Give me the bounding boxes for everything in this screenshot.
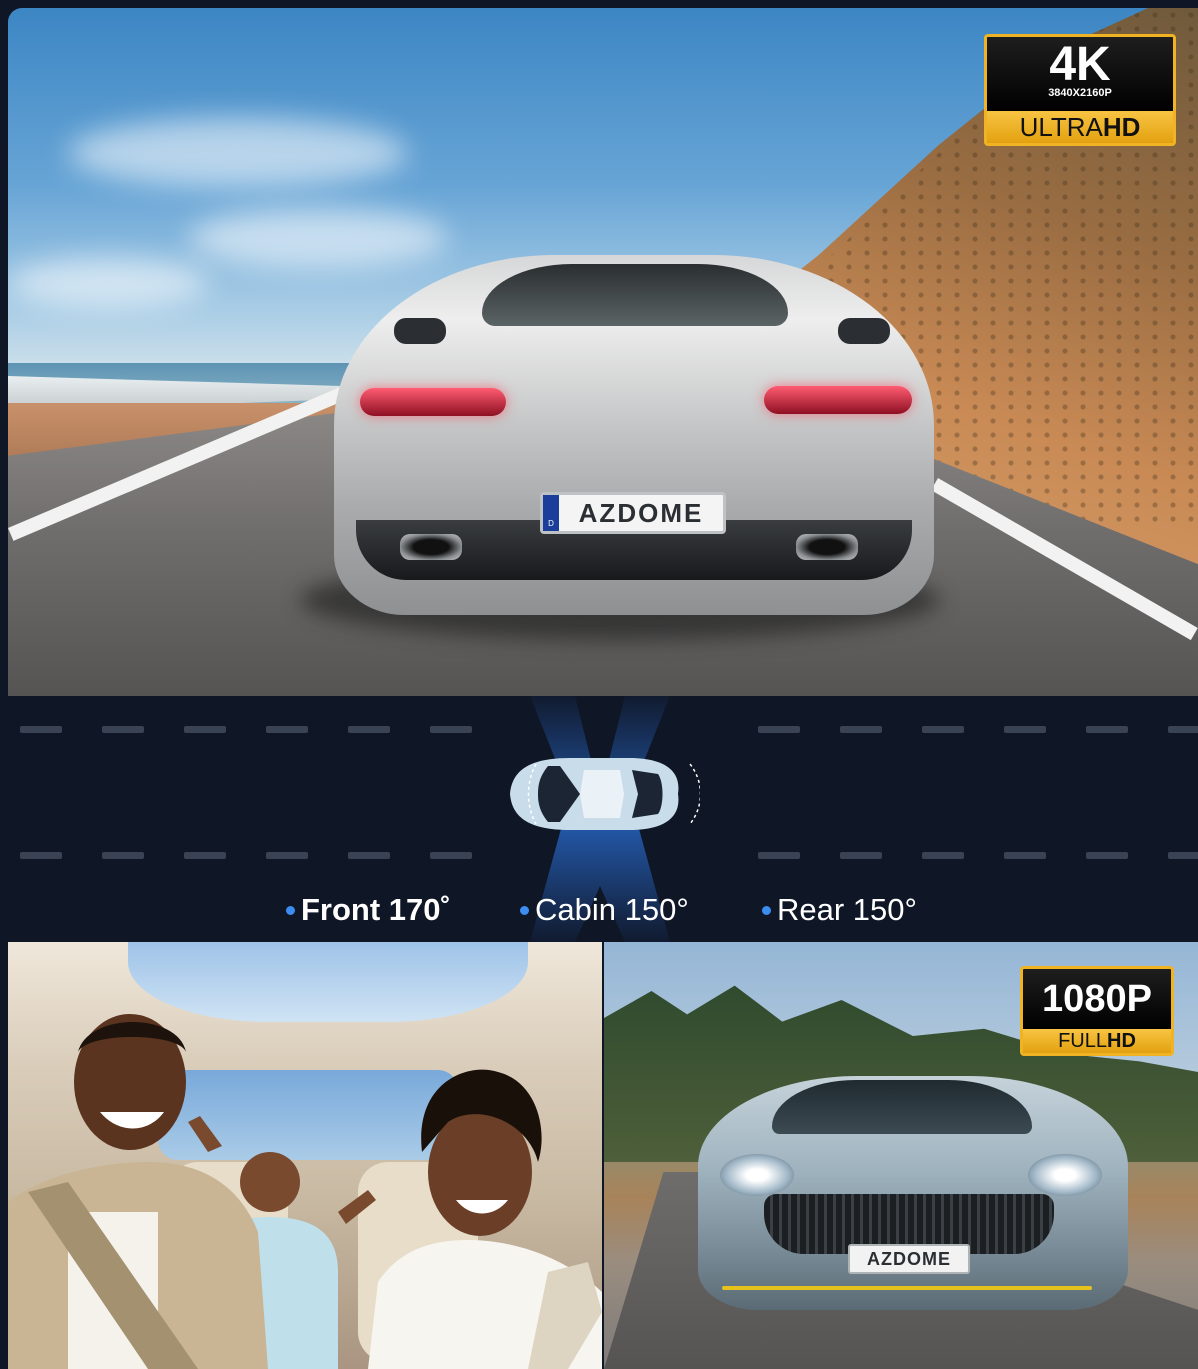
plate-text: AZDOME bbox=[578, 497, 704, 528]
cloud bbox=[68, 118, 408, 188]
lane-dash bbox=[1168, 726, 1198, 733]
lane-dash bbox=[840, 852, 882, 859]
plate-country-code: D bbox=[543, 495, 559, 531]
windshield bbox=[772, 1080, 1032, 1134]
lane-dash bbox=[20, 726, 62, 733]
exhaust-right bbox=[796, 534, 858, 560]
angle-cabin-label: Cabin 150° bbox=[535, 892, 689, 927]
headlight-right bbox=[1028, 1154, 1102, 1196]
lane-dash bbox=[1086, 726, 1128, 733]
angle-rear: Rear 150° bbox=[762, 892, 917, 928]
sunroof bbox=[128, 942, 528, 1022]
lane-dash bbox=[266, 726, 308, 733]
badge-1080p-fullhd: 1080P FULLHD bbox=[1020, 966, 1174, 1056]
rear-license-plate: D AZDOME bbox=[540, 492, 726, 534]
lane-dash bbox=[1168, 852, 1198, 859]
lane-dash bbox=[430, 852, 472, 859]
passengers-illustration bbox=[8, 1014, 602, 1369]
exhaust-left bbox=[400, 534, 462, 560]
tail-light-left bbox=[360, 388, 506, 416]
lane-dash bbox=[20, 852, 62, 859]
lane-dash bbox=[430, 726, 472, 733]
lane-dash bbox=[1086, 852, 1128, 859]
car-top-view-icon bbox=[510, 758, 700, 830]
badge-4k-ultrahd: 4K 3840X2160P ULTRAHD bbox=[984, 34, 1176, 146]
lane-dash bbox=[1004, 726, 1046, 733]
lane-dash bbox=[348, 726, 390, 733]
lane-dash bbox=[922, 726, 964, 733]
cloud bbox=[8, 258, 208, 308]
side-mirror bbox=[394, 318, 446, 344]
lane-dash bbox=[266, 852, 308, 859]
lane-dash bbox=[102, 852, 144, 859]
rear-window bbox=[482, 264, 788, 326]
angle-front-label: Front 170˚ bbox=[301, 892, 451, 927]
dot-icon bbox=[286, 905, 295, 915]
angle-cabin: Cabin 150° bbox=[520, 892, 689, 928]
badge-label-light: FULL bbox=[1058, 1030, 1107, 1052]
dot-icon bbox=[520, 905, 529, 915]
lane-dash bbox=[1004, 852, 1046, 859]
cabin-camera-image bbox=[8, 942, 602, 1369]
dot-icon bbox=[762, 905, 771, 915]
lane-dash bbox=[840, 726, 882, 733]
badge-main-text: 1080P bbox=[1023, 969, 1171, 1029]
tail-light-right bbox=[764, 386, 912, 414]
headlight-left bbox=[720, 1154, 794, 1196]
badge-resolution-text: 3840X2160P bbox=[1048, 87, 1112, 99]
angle-rear-label: Rear 150° bbox=[777, 892, 917, 927]
badge-main-text: 4K bbox=[1049, 38, 1111, 91]
badge-label-bold: HD bbox=[1102, 112, 1141, 142]
cloud bbox=[188, 208, 448, 268]
lane-dash bbox=[758, 852, 800, 859]
lane-dash bbox=[922, 852, 964, 859]
front-license-plate: AZDOME bbox=[848, 1244, 970, 1274]
lane-dash bbox=[102, 726, 144, 733]
lane-dash bbox=[758, 726, 800, 733]
lane-dash bbox=[184, 852, 226, 859]
lane-dash bbox=[348, 852, 390, 859]
badge-label-light: ULTRA bbox=[1019, 112, 1103, 142]
angle-front: Front 170˚ bbox=[286, 892, 451, 928]
badge-label-bold: HD bbox=[1107, 1030, 1136, 1052]
side-mirror bbox=[838, 318, 890, 344]
front-splitter-stripe bbox=[722, 1286, 1092, 1290]
lane-dash bbox=[184, 726, 226, 733]
